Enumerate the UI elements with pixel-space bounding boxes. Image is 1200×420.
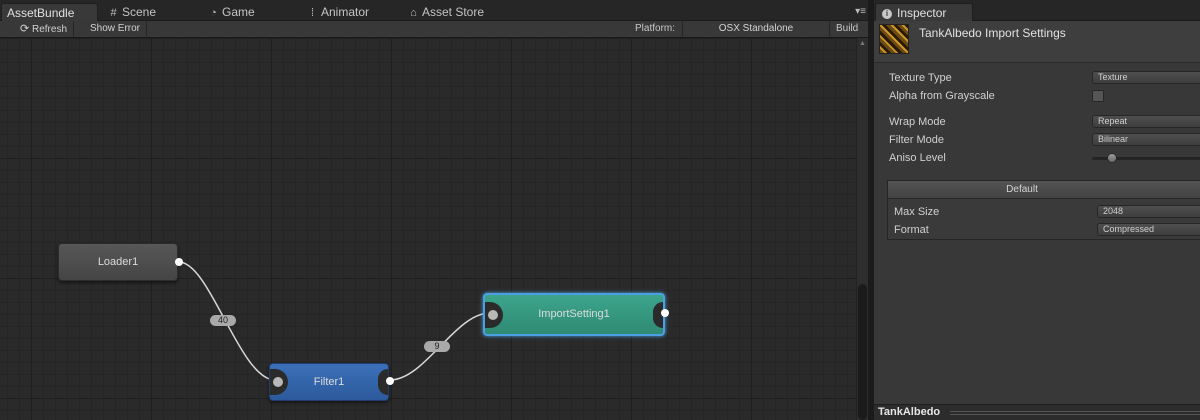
max-size-dropdown[interactable]: 2048: [1097, 205, 1200, 218]
tab-inspector[interactable]: i Inspector: [875, 3, 973, 21]
aniso-level-slider-handle[interactable]: [1107, 153, 1117, 163]
filter1-input-port[interactable]: [270, 369, 288, 395]
node-importsetting1[interactable]: ImportSetting1: [483, 293, 665, 336]
inspector-title: TankAlbedo Import Settings: [919, 26, 1066, 40]
build-button[interactable]: Build: [836, 21, 858, 38]
inspector-window: i Inspector TankAlbedo Import Settings Te…: [874, 0, 1200, 420]
platform-dropdown[interactable]: OSX Standalone: [682, 21, 830, 38]
platform-value: OSX Standalone: [718, 23, 794, 34]
grid-icon: #: [110, 7, 117, 19]
alpha-from-grayscale-label: Alpha from Grayscale: [889, 90, 995, 102]
scrollbar-thumb[interactable]: [858, 284, 867, 420]
assetbundle-window: AssetBundle # Scene ◔ Game ⁞ Animator ⌂ Asse…: [0, 0, 868, 420]
format-value: Compressed: [1103, 224, 1155, 234]
texture-type-label: Texture Type: [889, 72, 952, 84]
max-size-value: 2048: [1103, 206, 1124, 216]
tab-assetbundle-label: AssetBundle: [7, 6, 75, 20]
tab-asset-store-label: Asset Store: [422, 5, 485, 19]
platform-tab-default[interactable]: Default: [888, 181, 1200, 199]
canvas-vertical-scrollbar[interactable]: ▲: [856, 38, 868, 420]
importsetting1-output-port[interactable]: [661, 309, 669, 317]
refresh-icon: ⟳: [20, 23, 30, 35]
aniso-level-label: Aniso Level: [889, 152, 946, 164]
refresh-label: Refresh: [32, 24, 68, 35]
wrap-mode-label: Wrap Mode: [889, 116, 946, 128]
tab-scene-label: Scene: [122, 5, 157, 19]
scroll-up-arrow-icon[interactable]: ▲: [859, 40, 866, 52]
node-filter1[interactable]: Filter1: [269, 363, 389, 401]
edge-label-9[interactable]: 9: [424, 341, 450, 352]
loader1-output-port[interactable]: [175, 258, 183, 266]
tab-game[interactable]: ◔ Game: [208, 3, 298, 21]
asset-preview-bar[interactable]: TankAlbedo: [874, 404, 1200, 420]
info-icon: i: [882, 9, 892, 19]
max-size-label: Max Size: [894, 206, 940, 218]
format-dropdown[interactable]: Compressed: [1097, 223, 1200, 236]
tab-menu-icon[interactable]: ▾≡: [855, 6, 866, 17]
tab-inspector-label: Inspector: [897, 6, 947, 20]
editor-toolbar: ⟳ Refresh Show Error Platform: OSX Stand…: [0, 21, 868, 38]
texture-thumbnail: [879, 24, 909, 54]
tab-asset-store[interactable]: ⌂ Asset Store: [408, 3, 508, 21]
platform-tab-default-label: Default: [1006, 184, 1038, 195]
asset-preview-title: TankAlbedo: [878, 406, 941, 418]
tab-animator[interactable]: ⁞ Animator: [307, 3, 402, 21]
tab-animator-label: Animator: [321, 5, 370, 19]
inspector-header: TankAlbedo Import Settings: [874, 21, 1200, 63]
wrap-mode-value: Repeat: [1098, 116, 1128, 126]
node-loader1-label: Loader1: [97, 256, 139, 268]
alpha-from-grayscale-checkbox[interactable]: [1092, 90, 1104, 102]
pacman-icon: ◔: [210, 7, 217, 19]
tab-game-label: Game: [222, 5, 255, 19]
refresh-button[interactable]: ⟳ Refresh: [14, 21, 75, 38]
filter1-output-port[interactable]: [386, 377, 394, 385]
texture-type-dropdown[interactable]: Texture: [1092, 71, 1200, 84]
format-label: Format: [894, 224, 929, 236]
node-loader1[interactable]: Loader1: [58, 243, 178, 281]
show-error-button[interactable]: Show Error: [84, 21, 148, 38]
tab-assetbundle[interactable]: AssetBundle: [1, 3, 98, 21]
tab-scene[interactable]: # Scene: [108, 3, 198, 21]
inspector-tab-bar: i Inspector: [874, 0, 1200, 21]
node-importsetting1-label: ImportSetting1: [538, 308, 610, 320]
filter-mode-label: Filter Mode: [889, 134, 945, 146]
animator-icon: ⁞: [310, 7, 315, 19]
filter-mode-value: Bilinear: [1098, 134, 1129, 144]
edge-label-40[interactable]: 40: [210, 315, 236, 326]
platform-settings-box: Default Max Size 2048 Format Compressed: [887, 180, 1200, 240]
node-filter1-label: Filter1: [313, 376, 345, 388]
filter-mode-dropdown[interactable]: Bilinear: [1092, 133, 1200, 146]
preview-drag-handle[interactable]: [950, 411, 1200, 415]
graph-canvas[interactable]: 40 9: [0, 38, 856, 420]
texture-type-value: Texture: [1098, 72, 1128, 82]
bag-icon: ⌂: [410, 7, 417, 19]
platform-label: Platform:: [635, 23, 676, 34]
show-error-label: Show Error: [90, 23, 141, 34]
connection-lines: [178, 261, 491, 381]
importsetting1-input-port[interactable]: [485, 302, 503, 328]
wrap-mode-dropdown[interactable]: Repeat: [1092, 115, 1200, 128]
editor-tab-bar: AssetBundle # Scene ◔ Game ⁞ Animator ⌂ Asse…: [0, 0, 868, 21]
